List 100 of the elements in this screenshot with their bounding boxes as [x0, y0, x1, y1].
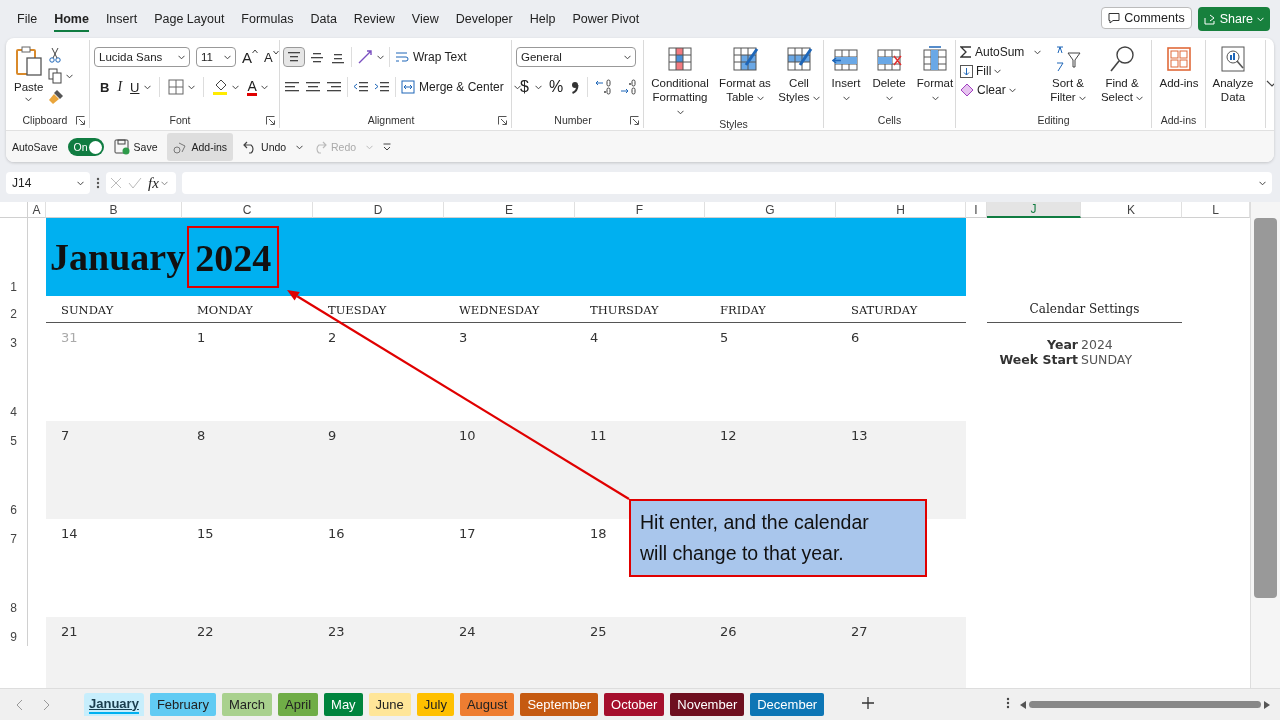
comma-style-icon[interactable] [570, 79, 581, 95]
sheet-tab[interactable]: June [368, 693, 411, 716]
menu-tab[interactable]: Insert [105, 6, 138, 32]
conditional-formatting-button[interactable]: Conditional Formatting [648, 45, 712, 118]
sheet-tab[interactable]: March [221, 693, 273, 716]
sheet-tab[interactable]: August [459, 693, 515, 716]
borders-icon[interactable] [168, 79, 185, 95]
dialog-launcher-icon[interactable] [630, 115, 639, 125]
menu-tab[interactable]: Developer [455, 6, 513, 32]
autosum-button[interactable]: AutoSum [960, 45, 1040, 59]
column-header[interactable]: H [836, 202, 966, 218]
menu-tab[interactable]: Page Layout [154, 6, 225, 32]
underline-button[interactable]: U [130, 79, 152, 95]
column-header[interactable]: K [1081, 202, 1182, 218]
sheet-tab[interactable]: July [416, 693, 454, 716]
analyze-data-button[interactable]: Analyze Data [1210, 45, 1256, 104]
sheet-tab[interactable]: January [84, 693, 144, 716]
middle-align-icon[interactable] [309, 50, 325, 64]
autosave-toggle[interactable]: On [67, 138, 104, 156]
increase-indent-icon[interactable] [374, 80, 390, 94]
dialog-launcher-icon[interactable] [498, 115, 507, 125]
share-button[interactable]: Share [1197, 7, 1270, 31]
column-header[interactable]: B [46, 202, 182, 218]
row-header[interactable]: 9 [0, 617, 28, 646]
menu-tab[interactable]: Power Pivot [572, 6, 640, 32]
paint-bucket-icon[interactable] [212, 78, 229, 96]
menu-tab[interactable]: Formulas [241, 6, 294, 32]
column-header[interactable]: C [182, 202, 313, 218]
sheet-tab[interactable]: December [750, 693, 825, 716]
comments-button[interactable]: Comments [1101, 7, 1192, 29]
paste-button[interactable]: Paste [14, 45, 44, 102]
align-left-icon[interactable] [284, 80, 300, 94]
decrease-decimal-icon[interactable] [620, 79, 639, 95]
orientation-icon[interactable] [357, 49, 373, 65]
sheet-tab[interactable]: May [324, 693, 363, 716]
shrink-font-button[interactable]: A [264, 49, 279, 65]
copy-icon[interactable] [48, 68, 63, 84]
row-header[interactable]: 6 [0, 450, 28, 519]
insert-button[interactable]: Insert [828, 45, 864, 104]
increase-decimal-icon[interactable] [595, 79, 614, 95]
column-header[interactable]: L [1182, 202, 1250, 218]
vertical-scrollbar[interactable] [1250, 202, 1280, 688]
column-header[interactable]: D [313, 202, 444, 218]
format-button[interactable]: Format [914, 45, 956, 104]
number-format-field[interactable]: General [516, 47, 636, 67]
menu-tab[interactable]: Review [353, 6, 395, 32]
format-as-table-button[interactable]: Format as Table [717, 45, 773, 104]
menu-tab[interactable]: Home [54, 6, 89, 32]
add-ins-button[interactable]: Add-ins [1156, 45, 1202, 90]
delete-button[interactable]: Delete [869, 45, 909, 104]
sheet-tab[interactable]: November [670, 693, 745, 716]
column-header[interactable]: I [966, 202, 987, 218]
percent-button[interactable]: % [548, 78, 564, 96]
menu-tab[interactable]: View [411, 6, 439, 32]
save-button[interactable]: Save [113, 139, 158, 155]
row-header[interactable]: 7 [0, 519, 28, 548]
top-align-button[interactable] [284, 48, 304, 66]
customize-icon[interactable] [382, 143, 391, 151]
bold-button[interactable]: B [100, 79, 110, 95]
sort-filter-button[interactable]: Sort & Filter [1045, 45, 1091, 104]
dialog-launcher-icon[interactable] [76, 115, 85, 125]
sheet-tab[interactable]: September [520, 693, 598, 716]
find-select-button[interactable]: Find & Select [1096, 45, 1148, 104]
sheet-tab[interactable]: April [278, 693, 319, 716]
menu-tab[interactable]: File [17, 6, 38, 32]
row-header[interactable]: 4 [0, 352, 28, 421]
column-header[interactable]: A [28, 202, 46, 218]
undo-button[interactable]: Undo [243, 140, 304, 154]
column-header[interactable]: G [705, 202, 836, 218]
column-header[interactable]: E [444, 202, 575, 218]
grow-font-button[interactable]: A [242, 48, 258, 66]
cell-styles-button[interactable]: Cell Styles [778, 45, 820, 104]
dialog-launcher-icon[interactable] [266, 115, 275, 125]
font-color-button[interactable]: A [247, 78, 268, 96]
menu-tab[interactable]: Data [310, 6, 337, 32]
enter-check-icon[interactable] [128, 177, 142, 189]
currency-button[interactable]: $ [520, 78, 542, 96]
row-header[interactable]: 1 [0, 218, 28, 296]
row-header[interactable]: 8 [0, 548, 28, 617]
vertical-dots-icon[interactable] [1006, 696, 1010, 710]
horizontal-scrollbar[interactable] [1020, 699, 1270, 710]
align-center-icon[interactable] [305, 80, 321, 94]
sheet-tab[interactable]: October [604, 693, 665, 716]
add-ins-button[interactable]: Add-ins [167, 133, 234, 161]
add-sheet-icon[interactable] [862, 697, 875, 709]
decrease-indent-icon[interactable] [353, 80, 369, 94]
column-header[interactable]: F [575, 202, 705, 218]
clear-button[interactable]: Clear [960, 83, 1040, 97]
row-header[interactable]: 5 [0, 421, 28, 450]
row-header[interactable]: 3 [0, 323, 28, 352]
wrap-text-button[interactable]: Wrap Text [395, 50, 467, 64]
font-name-field[interactable]: Lucida Sans [94, 47, 190, 67]
font-size-field[interactable]: 11 [196, 47, 236, 67]
italic-button[interactable]: I [117, 79, 123, 95]
paintbrush-icon[interactable] [48, 89, 65, 105]
formula-input-field[interactable] [182, 172, 1272, 194]
name-box[interactable]: J14 [6, 172, 90, 194]
sheet-tab[interactable]: February [149, 693, 216, 716]
row-header[interactable]: 2 [0, 296, 28, 323]
fill-button[interactable]: Fill [960, 64, 1040, 78]
